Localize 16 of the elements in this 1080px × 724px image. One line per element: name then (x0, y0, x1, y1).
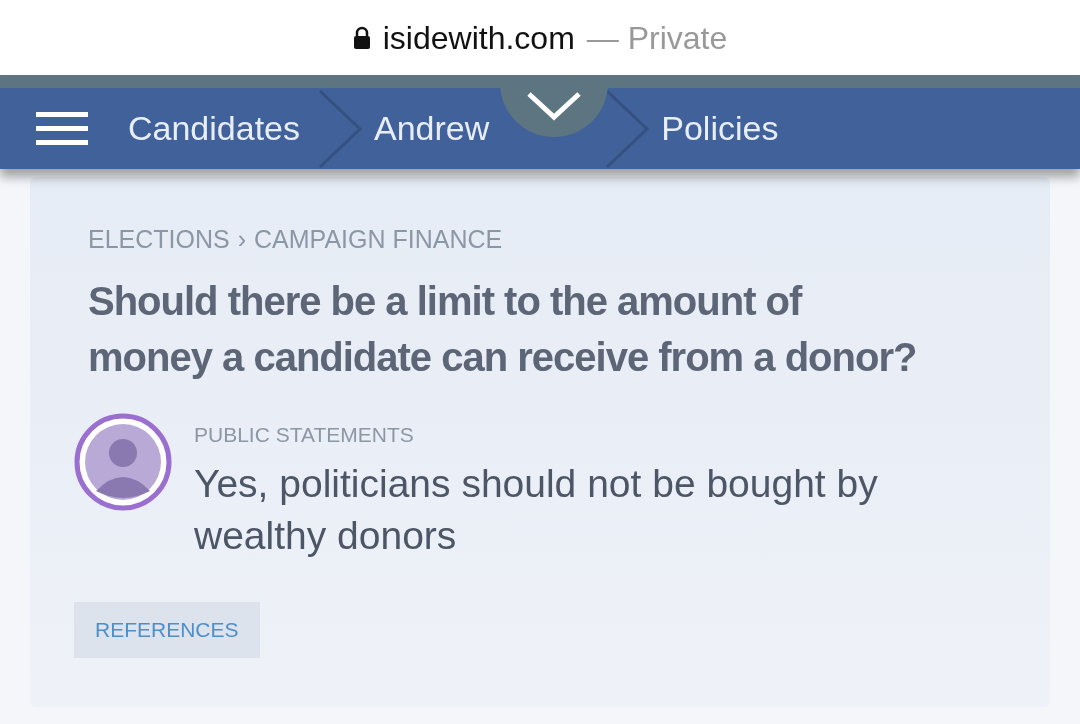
breadcrumb-link[interactable]: Candidates (128, 103, 318, 154)
avatar-icon (74, 412, 172, 511)
statement-label: PUBLIC STATEMENTS (194, 421, 415, 448)
chevron-down-icon (526, 91, 582, 121)
breadcrumb-link[interactable]: Andrew (374, 103, 490, 154)
question-title: Should there be a limit to the amount of money a candidate can receive from a donor? (88, 277, 918, 381)
breadcrumb-separator: › (237, 224, 247, 255)
address-domain[interactable]: isidewith.com (382, 13, 575, 62)
breadcrumb-link[interactable]: Policies (661, 103, 862, 154)
menu-icon[interactable] (36, 111, 88, 146)
lock-icon (352, 25, 371, 50)
breadcrumb-divider-icon (318, 88, 362, 169)
references-button[interactable]: REFERENCES (74, 602, 260, 658)
private-mode-label: — Private (586, 18, 728, 58)
statement-text: Yes, politicians should not be bought by wealthy donors (194, 461, 879, 559)
breadcrumb-divider-icon (605, 88, 650, 169)
